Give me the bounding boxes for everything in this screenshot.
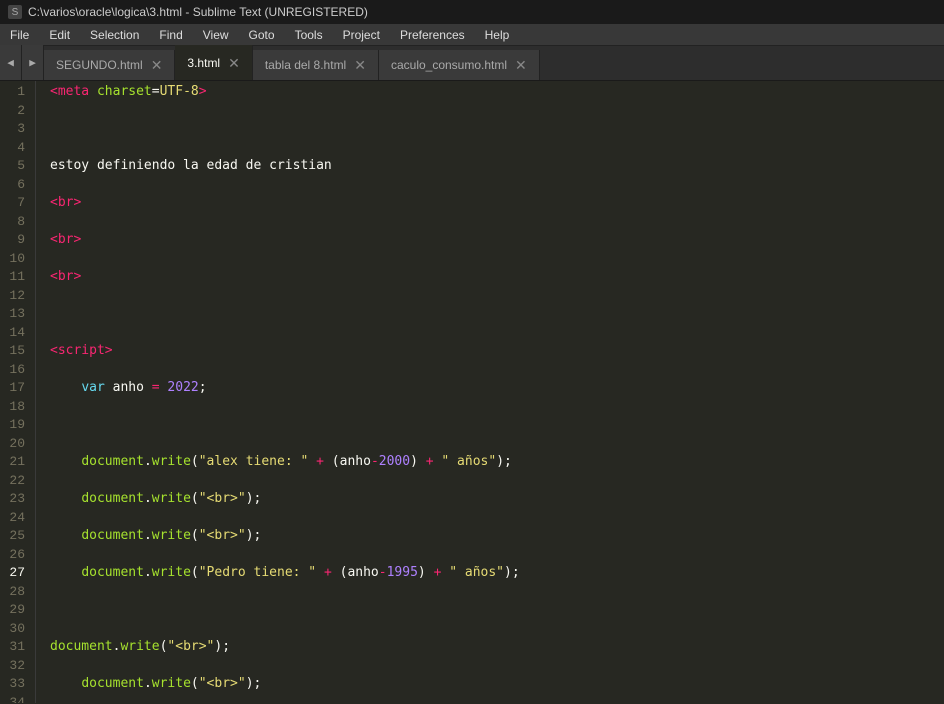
code-line-4: <br> (50, 194, 944, 213)
menu-goto[interactable]: Goto (239, 24, 285, 45)
tab-tabla-label: tabla del 8.html (265, 58, 346, 72)
tab-caculo-label: caculo_consumo.html (391, 58, 507, 72)
menu-help[interactable]: Help (475, 24, 520, 45)
tab-bar: ◀ ▶ SEGUNDO.html ✕ 3.html ✕ tabla del 8.… (0, 46, 944, 81)
tab-segundo[interactable]: SEGUNDO.html ✕ (44, 50, 175, 80)
line-numbers: 12345 678910 1112131415 1617181920 21222… (0, 81, 36, 703)
tab-tabla-close[interactable]: ✕ (354, 58, 366, 72)
menu-view[interactable]: View (193, 24, 239, 45)
editor: 12345 678910 1112131415 1617181920 21222… (0, 81, 944, 703)
menu-tools[interactable]: Tools (285, 24, 333, 45)
code-line-8: <script> (50, 342, 944, 361)
code-line-13: document.write("<br>"); (50, 527, 944, 546)
code-line-3: estoy definiendo la edad de cristian (50, 157, 944, 176)
tab-3html-label: 3.html (187, 56, 220, 70)
window-title: C:\varios\oracle\logica\3.html - Sublime… (28, 5, 368, 19)
tab-3html[interactable]: 3.html ✕ (175, 45, 252, 80)
tab-caculo-close[interactable]: ✕ (515, 58, 527, 72)
code-line-12: document.write("<br>"); (50, 490, 944, 509)
tab-3html-close[interactable]: ✕ (228, 56, 240, 70)
menu-preferences[interactable]: Preferences (390, 24, 475, 45)
code-line-14: document.write("Pedro tiene: " + (anho-1… (50, 564, 944, 583)
menu-edit[interactable]: Edit (39, 24, 80, 45)
app-icon: S (8, 5, 22, 19)
tab-caculo[interactable]: caculo_consumo.html ✕ (379, 50, 540, 80)
code-line-6: <br> (50, 268, 944, 287)
menu-selection[interactable]: Selection (80, 24, 149, 45)
title-bar: S C:\varios\oracle\logica\3.html - Subli… (0, 0, 944, 24)
code-line-7 (50, 305, 944, 324)
code-line-9: var anho = 2022; (50, 379, 944, 398)
code-area[interactable]: <meta charset=UTF-8> estoy definiendo la… (36, 81, 944, 703)
code-line-5: <br> (50, 231, 944, 250)
tab-nav-next[interactable]: ▶ (22, 45, 44, 80)
menu-project[interactable]: Project (333, 24, 390, 45)
tab-nav-prev[interactable]: ◀ (0, 45, 22, 80)
code-line-11: document.write("alex tiene: " + (anho-20… (50, 453, 944, 472)
code-line-15 (50, 601, 944, 620)
code-line-1: <meta charset=UTF-8> (50, 83, 944, 102)
menu-find[interactable]: Find (149, 24, 192, 45)
tab-tabla[interactable]: tabla del 8.html ✕ (253, 50, 379, 80)
tab-segundo-close[interactable]: ✕ (151, 58, 163, 72)
menu-file[interactable]: File (0, 24, 39, 45)
code-line-17: document.write("<br>"); (50, 675, 944, 694)
code-line-10 (50, 416, 944, 435)
code-line-16: document.write("<br>"); (50, 638, 944, 657)
code-line-2 (50, 120, 944, 139)
tab-segundo-label: SEGUNDO.html (56, 58, 143, 72)
menu-bar: File Edit Selection Find View Goto Tools… (0, 24, 944, 46)
